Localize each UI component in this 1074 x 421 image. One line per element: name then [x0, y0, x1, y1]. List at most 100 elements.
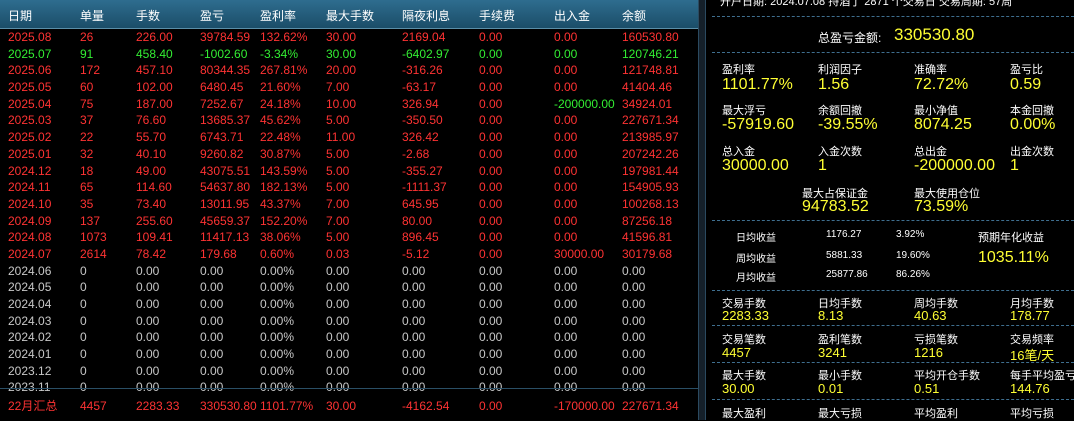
divider — [712, 399, 1074, 400]
table-row[interactable]: 2024.04 0 0.00 0.00 0.00% 0.00 0.00 0.00 0.00 0.0… — [0, 296, 698, 313]
cell-fee: 0.00 — [479, 46, 503, 61]
table-row[interactable]: 2025.08 26 226.00 39784.59 132.62% 30.00 2169.… — [0, 29, 698, 46]
cell-max-lots: 0.00 — [326, 263, 350, 278]
cell-balance: 0.00 — [622, 297, 646, 311]
cell-max-lots: 5.00 — [326, 146, 350, 161]
cell-max-lots: 7.00 — [326, 80, 350, 95]
table-row[interactable]: 2024.03 0 0.00 0.00 0.00% 0.00 0.00 0.00 0.00 0.0… — [0, 313, 698, 330]
summary-max-lots: 30.00 — [326, 399, 357, 413]
cell-cash-flow: 0.00 — [554, 180, 578, 195]
table-row[interactable]: 2025.04 75 187.00 7252.67 24.18% 10.00 326.94 0… — [0, 96, 698, 113]
table-row[interactable]: 2024.11 65 114.60 54637.80 182.13% 5.00 -1111.… — [0, 179, 698, 196]
cell-pnl: 0.00 — [200, 280, 224, 295]
table-row[interactable]: 2023.12 0 0.00 0.00 0.00% 0.00 0.00 0.00 0.00 0.0… — [0, 363, 698, 380]
cell-lots: 187.00 — [136, 96, 173, 111]
cell-orders: 32 — [80, 146, 94, 161]
cell-swap: -316.26 — [402, 63, 443, 78]
table-row[interactable]: 2025.01 32 40.10 9260.82 30.87% 5.00 -2.68 0.00… — [0, 146, 698, 163]
cell-lots: 102.00 — [136, 80, 173, 95]
table-row[interactable]: 2025.07 91 458.40 -1002.60 -3.34% 30.00 -6402.… — [0, 46, 698, 63]
cell-orders: 35 — [80, 196, 94, 211]
table-row[interactable]: 2024.09 137 255.60 45659.37 152.20% 7.00 80.00… — [0, 213, 698, 230]
column-header-pnl[interactable]: 盈亏 — [200, 7, 224, 24]
column-header-max-lots[interactable]: 最大手数 — [326, 7, 374, 24]
max-lots-value: 30.00 — [722, 381, 755, 396]
cell-date: 2025.05 — [8, 80, 52, 95]
table-row[interactable]: 2024.02 0 0.00 0.00 0.00% 0.00 0.00 0.00 0.00 0.0… — [0, 329, 698, 346]
income-label: 周均收益 — [736, 254, 776, 265]
table-row[interactable]: 2025.06 172 457.10 80344.35 267.81% 20.00 -316… — [0, 62, 698, 79]
cell-date: 2025.02 — [8, 130, 52, 145]
cell-profit-rate: 45.62% — [260, 113, 301, 128]
annual-income-value: 1035.11% — [978, 249, 1049, 266]
cell-orders: 91 — [80, 46, 94, 61]
cell-fee: 0.00 — [479, 363, 503, 378]
table-row[interactable]: 2024.05 0 0.00 0.00 0.00% 0.00 0.00 0.00 0.00 0.0… — [0, 279, 698, 296]
table-row[interactable]: 2024.07 2614 78.42 179.68 0.60% 0.03 -5.12 0.00… — [0, 246, 698, 263]
stat-label: 最大盈利 — [722, 408, 766, 420]
cell-date: 2024.05 — [8, 280, 52, 295]
cell-lots: 0.00 — [136, 313, 160, 328]
cell-fee: 0.00 — [479, 113, 503, 128]
cell-pnl: 80344.35 — [200, 63, 251, 78]
table-row[interactable]: 2024.08 1073 109.41 11417.13 38.06% 5.00 896.4… — [0, 229, 698, 246]
cell-orders: 37 — [80, 113, 94, 128]
cell-orders: 0 — [80, 347, 87, 362]
cell-cash-flow: 0.00 — [554, 363, 578, 378]
cell-orders: 137 — [80, 213, 101, 228]
cell-lots: 0.00 — [136, 363, 160, 378]
stat-label: 平均盈利 — [914, 408, 958, 420]
cell-swap: 0.00 — [402, 330, 426, 345]
cell-fee: 0.00 — [479, 163, 503, 178]
summary-cash-flow: -170000.00 — [554, 399, 615, 413]
panel-splitter[interactable] — [698, 0, 706, 420]
cell-pnl: 179.68 — [200, 246, 237, 261]
cell-cash-flow: 0.00 — [554, 113, 578, 128]
cell-profit-rate: 24.18% — [260, 96, 301, 111]
column-header-fee[interactable]: 手续费 — [479, 7, 515, 24]
cell-profit-rate: 22.48% — [260, 130, 301, 145]
column-header-profit-rate[interactable]: 盈利率 — [260, 7, 296, 24]
cell-pnl: 45659.37 — [200, 213, 251, 228]
divider — [712, 362, 1074, 363]
cell-cash-flow: 0.00 — [554, 130, 578, 145]
table-row[interactable]: 2024.01 0 0.00 0.00 0.00% 0.00 0.00 0.00 0.00 0.0… — [0, 346, 698, 363]
cell-pnl: 6480.45 — [200, 80, 244, 95]
cell-swap: 326.94 — [402, 96, 439, 111]
table-row[interactable]: 2024.12 18 49.00 43075.51 143.59% 5.00 -355.27… — [0, 163, 698, 180]
table-row[interactable]: 2025.05 60 102.00 6480.45 21.60% 7.00 -63.17 0.… — [0, 79, 698, 96]
table-row[interactable]: 2024.06 0 0.00 0.00 0.00% 0.00 0.00 0.00 0.00 0.0… — [0, 263, 698, 280]
cell-cash-flow: 0.00 — [554, 330, 578, 345]
cell-profit-rate: 152.20% — [260, 213, 308, 228]
summary-date: 22月汇总 — [8, 399, 58, 413]
table-row[interactable]: 2025.02 22 55.70 6743.71 22.48% 11.00 326.42 0.… — [0, 129, 698, 146]
column-header-swap[interactable]: 隔夜利息 — [402, 7, 450, 24]
cell-cash-flow: 0.00 — [554, 63, 578, 78]
cell-fee: 0.00 — [479, 180, 503, 195]
table-row[interactable]: 2025.03 37 76.60 13685.37 45.62% 5.00 -350.50 0… — [0, 112, 698, 129]
cell-lots: 0.00 — [136, 297, 160, 311]
principal-drawdown-value: 0.00% — [1010, 116, 1056, 133]
cell-balance: 121748.81 — [622, 63, 679, 78]
column-header-lots[interactable]: 手数 — [136, 7, 160, 24]
column-header-cash-flow[interactable]: 出入金 — [554, 7, 590, 24]
cell-max-lots: 7.00 — [326, 213, 350, 228]
cell-pnl: 0.00 — [200, 263, 224, 278]
summary-orders: 4457 — [80, 399, 107, 413]
total-deposit-value: 30000.00 — [722, 157, 789, 174]
cell-balance: 41404.46 — [622, 80, 673, 95]
max-margin-value: 94783.52 — [802, 198, 869, 215]
cell-pnl: 0.00 — [200, 347, 224, 362]
cell-pnl: 0.00 — [200, 330, 224, 345]
column-header-orders[interactable]: 单量 — [80, 7, 104, 24]
cell-cash-flow: 0.00 — [554, 163, 578, 178]
table-row[interactable]: 2024.10 35 73.40 13011.95 43.37% 7.00 645.95 0.… — [0, 196, 698, 213]
column-header-balance[interactable]: 余额 — [622, 7, 646, 24]
stat-label: 最大亏损 — [818, 408, 862, 420]
column-header-date[interactable]: 日期 — [8, 7, 32, 24]
monthly-lots-value: 178.77 — [1010, 308, 1050, 323]
summary-pnl: 330530.80 — [200, 399, 257, 413]
cell-cash-flow: 0.00 — [554, 46, 578, 61]
balance-drawdown-value: -39.55% — [818, 116, 878, 133]
cell-date: 2025.07 — [8, 46, 52, 61]
